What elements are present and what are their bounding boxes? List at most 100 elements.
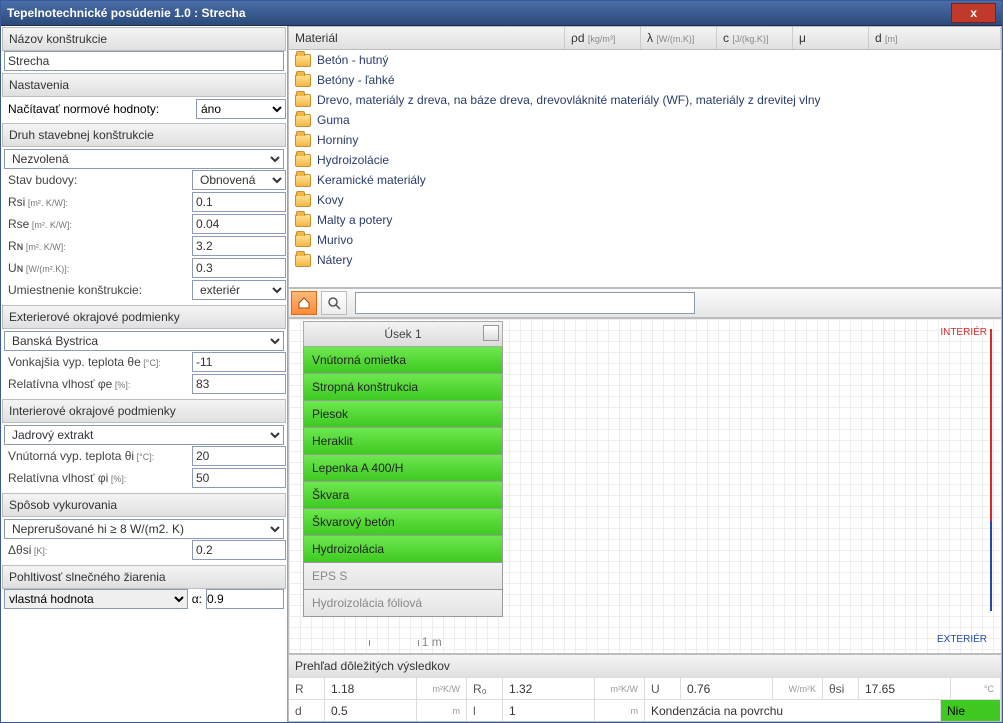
- exterior-marker: [990, 521, 992, 611]
- material-folder[interactable]: Keramické materiály: [289, 170, 1001, 190]
- state-label: Stav budovy:: [2, 173, 192, 187]
- solar-select[interactable]: vlastná hodnota: [4, 589, 188, 609]
- section-menu-icon[interactable]: [483, 325, 499, 341]
- layer-item[interactable]: Lepenka A 400/H: [303, 455, 503, 482]
- int-type-select[interactable]: Jadrový extrakt: [4, 425, 284, 445]
- window-title-bar: Tepelnotechnické posúdenie 1.0 : Strecha…: [1, 1, 1002, 26]
- home-button[interactable]: [291, 291, 317, 315]
- rn-label: Rɴ [m². K/W]:: [2, 239, 192, 253]
- rse-input[interactable]: [192, 214, 286, 234]
- canvas-toolbar: [288, 288, 1002, 318]
- load-norms-select[interactable]: áno: [196, 99, 286, 119]
- layer-item[interactable]: Škvara: [303, 482, 503, 509]
- folder-icon: [295, 174, 311, 187]
- layer-item[interactable]: Vnútorná omietka: [303, 347, 503, 374]
- d-value: 0.5: [325, 700, 417, 721]
- d-unit: m: [417, 700, 467, 721]
- folder-icon: [295, 154, 311, 167]
- material-folder[interactable]: Malty a potery: [289, 210, 1001, 230]
- material-folder[interactable]: Kovy: [289, 190, 1001, 210]
- material-name: Guma: [317, 113, 350, 127]
- r0-label: R₀: [467, 678, 503, 699]
- col-material: Materiál: [289, 27, 565, 49]
- rhe-label: Relatívna vlhosť φe [%]:: [2, 377, 192, 391]
- rhe-input[interactable]: [192, 374, 286, 394]
- panel-int-header: Interierové okrajové podmienky: [2, 399, 286, 423]
- dtsi-input[interactable]: [192, 540, 286, 560]
- ext-city-select[interactable]: Banská Bystrica: [4, 331, 284, 351]
- layer-item[interactable]: Hydroizolácia: [303, 536, 503, 563]
- construction-name-input[interactable]: [4, 51, 284, 71]
- material-folder[interactable]: Horniny: [289, 130, 1001, 150]
- state-select[interactable]: Obnovená: [192, 170, 286, 190]
- rhi-input[interactable]: [192, 468, 286, 488]
- results-header: Prehľad dôležitých výsledkov: [289, 655, 1001, 677]
- layer-item[interactable]: Škvarový betón: [303, 509, 503, 536]
- material-table-header: Materiál ρd [kg/m³] λ [W/(m.K)] c [J/(kg…: [288, 26, 1002, 50]
- layer-item[interactable]: Piesok: [303, 401, 503, 428]
- un-input[interactable]: [192, 258, 286, 278]
- material-name: Keramické materiály: [317, 173, 426, 187]
- material-search-input[interactable]: [355, 292, 695, 314]
- layer-item[interactable]: EPS S: [303, 563, 503, 590]
- panel-settings-header: Nastavenia: [2, 73, 286, 97]
- l-label: l: [467, 700, 503, 721]
- material-list[interactable]: Betón - hutný Betóny - ľahké Drevo, materi…: [288, 50, 1002, 288]
- placement-select[interactable]: exteriér: [192, 280, 286, 300]
- dtsi-label: Δθsi [K]:: [2, 543, 192, 557]
- canvas-area[interactable]: INTERIÉR EXTERIÉR Úsek 1 Vnútorná omietk…: [288, 318, 1002, 654]
- alpha-input[interactable]: [206, 589, 284, 609]
- material-name: Drevo, materiály z dreva, na báze dreva,…: [317, 93, 821, 107]
- material-folder[interactable]: Betón - hutný: [289, 50, 1001, 70]
- heating-select[interactable]: Neprerušované hi ≥ 8 W/(m2. K): [4, 519, 284, 539]
- zoom-button[interactable]: [321, 291, 347, 315]
- material-name: Murivo: [317, 233, 353, 247]
- folder-icon: [295, 74, 311, 87]
- material-folder[interactable]: Drevo, materiály z dreva, na báze dreva,…: [289, 90, 1001, 110]
- folder-icon: [295, 114, 311, 127]
- load-norms-label: Načítavať normové hodnoty:: [2, 102, 196, 116]
- exterior-label: EXTERIÉR: [937, 634, 987, 645]
- r-unit: m²K/W: [417, 678, 467, 699]
- te-label: Vonkajšia vyp. teplota θe [°C]:: [2, 355, 192, 369]
- ti-label: Vnútorná vyp. teplota θi [°C]:: [2, 449, 192, 463]
- r-label: R: [289, 678, 325, 699]
- col-rho: ρd [kg/m³]: [565, 27, 641, 49]
- material-folder[interactable]: Murivo: [289, 230, 1001, 250]
- rhi-label: Relatívna vlhosť φi [%]:: [2, 471, 192, 485]
- layer-item[interactable]: Stropná konštrukcia: [303, 374, 503, 401]
- material-folder[interactable]: Guma: [289, 110, 1001, 130]
- panel-type-header: Druh stavebnej konštrukcie: [2, 123, 286, 147]
- col-mu: μ: [793, 27, 869, 49]
- close-button[interactable]: x: [951, 3, 996, 23]
- te-input[interactable]: [192, 352, 286, 372]
- folder-icon: [295, 214, 311, 227]
- material-folder[interactable]: Hydroizolácie: [289, 150, 1001, 170]
- folder-icon: [295, 134, 311, 147]
- material-folder[interactable]: Betóny - ľahké: [289, 70, 1001, 90]
- construction-type-select[interactable]: Nezvolená: [4, 149, 284, 169]
- layer-item[interactable]: Heraklit: [303, 428, 503, 455]
- panel-name-header: Názov konštrukcie: [2, 27, 286, 51]
- window-title: Tepelnotechnické posúdenie 1.0 : Strecha: [7, 6, 951, 20]
- section-header[interactable]: Úsek 1: [303, 321, 503, 347]
- results-panel: Prehľad dôležitých výsledkov R 1.18 m²K/…: [288, 654, 1002, 722]
- rse-label: Rse [m². K/W]:: [2, 217, 192, 231]
- panel-ext-header: Exterierové okrajové podmienky: [2, 305, 286, 329]
- rsi-input[interactable]: [192, 192, 286, 212]
- folder-icon: [295, 194, 311, 207]
- r-value: 1.18: [325, 678, 417, 699]
- material-folder[interactable]: Nátery: [289, 250, 1001, 270]
- layer-item[interactable]: Hydroizolácia fóliová: [303, 590, 503, 617]
- material-name: Betóny - ľahké: [317, 73, 395, 87]
- interior-label: INTERIÉR: [940, 327, 987, 338]
- material-name: Betón - hutný: [317, 53, 388, 67]
- material-name: Hydroizolácie: [317, 153, 389, 167]
- rn-input[interactable]: [192, 236, 286, 256]
- un-label: Uɴ [W/(m².K)]:: [2, 261, 192, 275]
- d-label: d: [289, 700, 325, 721]
- l-unit: m: [595, 700, 645, 721]
- ti-input[interactable]: [192, 446, 286, 466]
- condensation-label: Kondenzácia na povrchu: [645, 700, 941, 721]
- r0-value: 1.32: [503, 678, 595, 699]
